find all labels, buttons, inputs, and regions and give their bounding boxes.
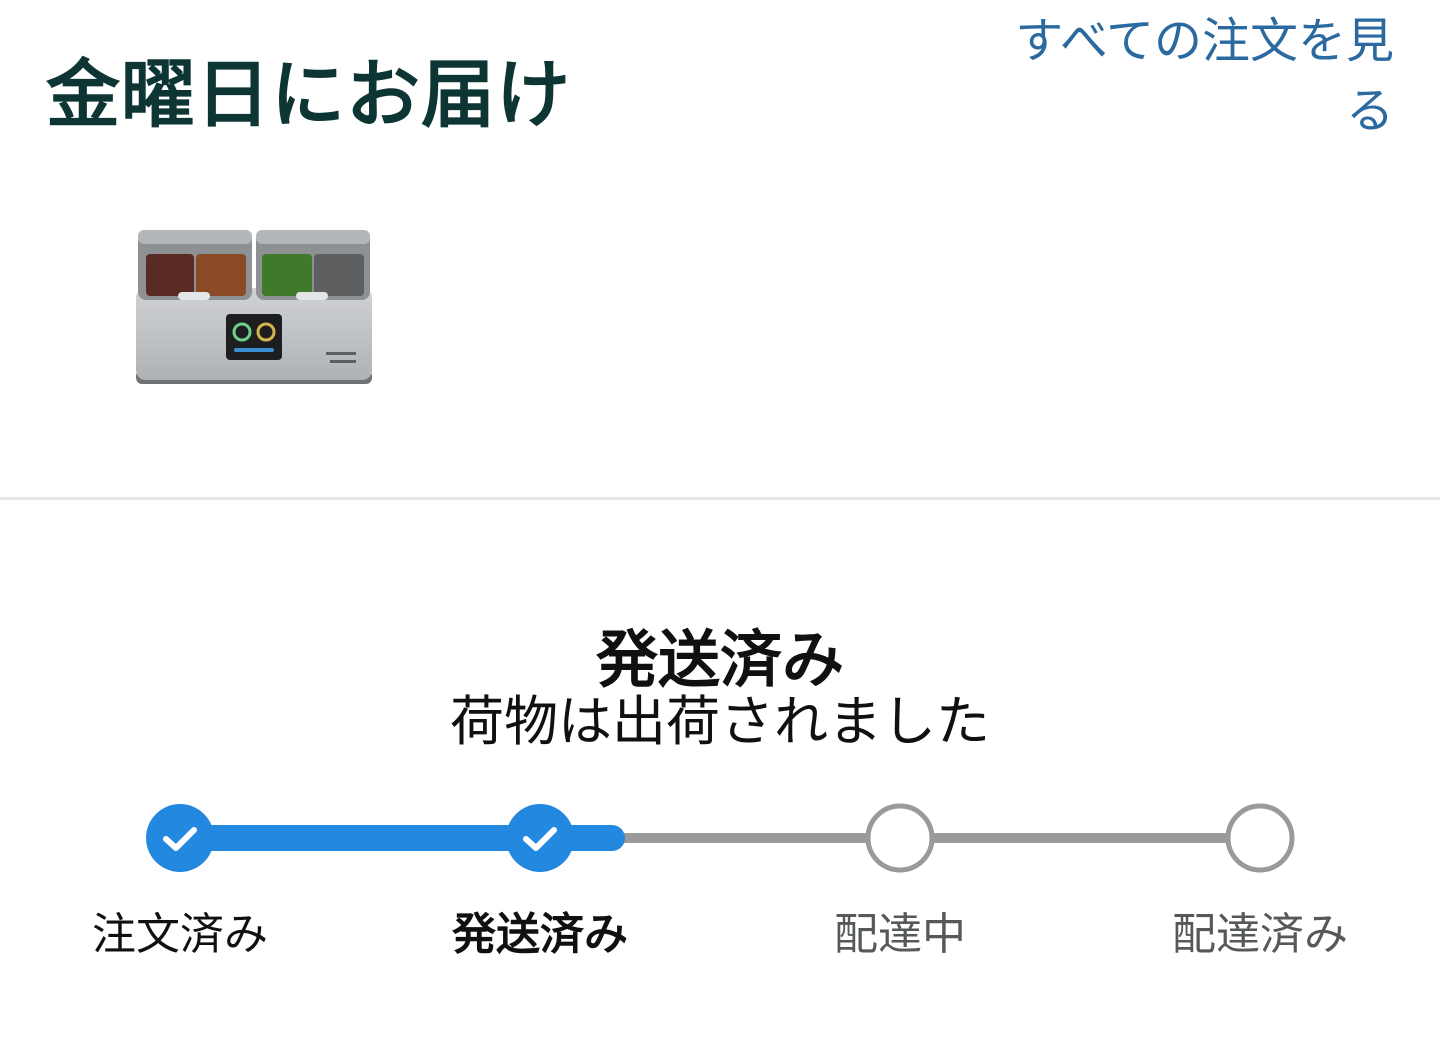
step-label-shipped: 発送済み — [452, 909, 628, 960]
shipment-status-message: 荷物は出荷されました — [450, 690, 990, 753]
step-label-delivered: 配達済み — [1172, 909, 1348, 960]
step-marker-in-transit — [865, 803, 935, 873]
step-marker-ordered — [146, 804, 214, 872]
delivery-progress-tracker — [146, 803, 1295, 873]
section-divider — [0, 497, 1440, 500]
step-marker-delivered — [1225, 803, 1295, 873]
step-label-in-transit: 配達中 — [834, 909, 966, 960]
delivery-date-title: 金曜日にお届け — [46, 51, 571, 138]
product-image[interactable] — [130, 222, 378, 394]
step-marker-shipped — [506, 804, 574, 872]
step-label-ordered: 注文済み — [92, 909, 268, 960]
view-all-orders-link[interactable]: すべての注文を見る — [1010, 6, 1394, 146]
